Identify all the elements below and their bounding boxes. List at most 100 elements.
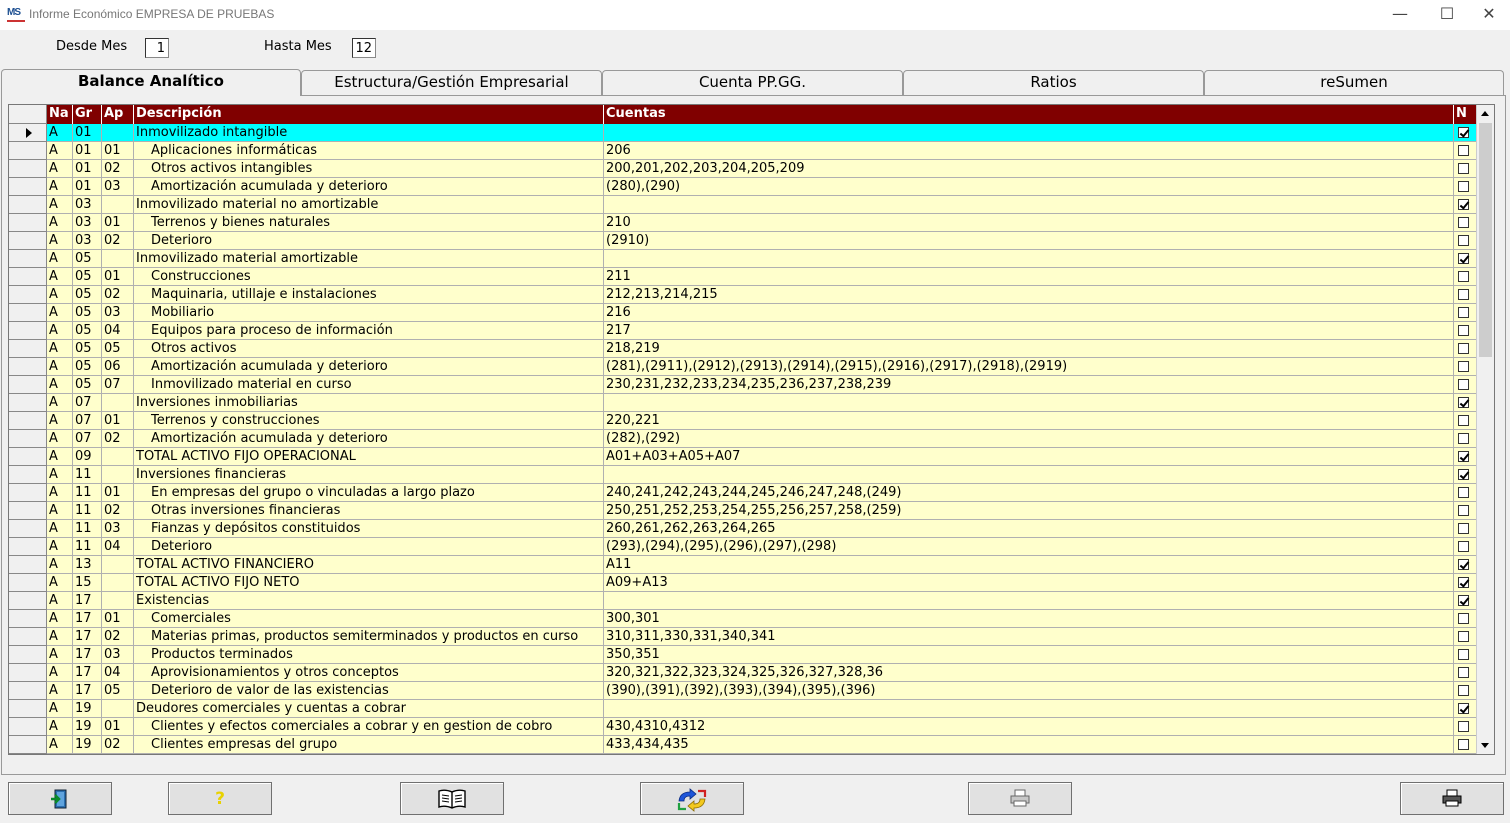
cell-desc[interactable]: TOTAL ACTIVO FIJO NETO	[134, 574, 604, 592]
cell-desc[interactable]: Terrenos y construcciones	[134, 412, 604, 430]
col-header-n[interactable]: N	[1454, 105, 1477, 124]
row-indicator[interactable]	[9, 610, 47, 628]
cell-cuentas[interactable]: 217	[604, 322, 1454, 340]
cell-desc[interactable]: Materias primas, productos semiterminado…	[134, 628, 604, 646]
row-checkbox[interactable]	[1458, 631, 1469, 642]
table-row[interactable]: A 01 02 Otros activos intangibles 200,201,20…	[9, 160, 1477, 178]
cell-cuentas[interactable]	[604, 466, 1454, 484]
cell-cuentas[interactable]: 433,434,435	[604, 736, 1454, 754]
cell-gr[interactable]: 05	[73, 250, 102, 268]
cell-desc[interactable]: Construcciones	[134, 268, 604, 286]
tab-resumen[interactable]: reSumen	[1204, 70, 1504, 95]
cell-cuentas[interactable]: (390),(391),(392),(393),(394),(395),(396…	[604, 682, 1454, 700]
row-checkbox[interactable]	[1458, 577, 1469, 588]
cell-gr[interactable]: 01	[73, 124, 102, 142]
cell-na[interactable]: A	[47, 340, 73, 358]
cell-na[interactable]: A	[47, 628, 73, 646]
row-indicator[interactable]	[9, 736, 47, 754]
table-row[interactable]: A 03 01 Terrenos y bienes naturales 210	[9, 214, 1477, 232]
table-row[interactable]: A 03 Inmovilizado material no amortizable	[9, 196, 1477, 214]
cell-gr[interactable]: 11	[73, 466, 102, 484]
cell-na[interactable]: A	[47, 520, 73, 538]
table-row[interactable]: A 11 02 Otras inversiones financieras 250,25…	[9, 502, 1477, 520]
table-row[interactable]: A 01 01 Aplicaciones informáticas 206	[9, 142, 1477, 160]
row-checkbox[interactable]	[1458, 703, 1469, 714]
cell-gr[interactable]: 19	[73, 718, 102, 736]
cell-desc[interactable]: Fianzas y depósitos constituidos	[134, 520, 604, 538]
row-indicator[interactable]	[9, 124, 47, 142]
cell-desc[interactable]: Otros activos intangibles	[134, 160, 604, 178]
cell-cuentas[interactable]: 430,4310,4312	[604, 718, 1454, 736]
cell-gr[interactable]: 11	[73, 502, 102, 520]
row-checkbox[interactable]	[1458, 415, 1469, 426]
cell-desc[interactable]: Deterioro	[134, 232, 604, 250]
cell-gr[interactable]: 19	[73, 700, 102, 718]
cell-cuentas[interactable]: 240,241,242,243,244,245,246,247,248,(249…	[604, 484, 1454, 502]
cell-ap[interactable]: 04	[102, 322, 134, 340]
table-row[interactable]: A 11 Inversiones financieras	[9, 466, 1477, 484]
cell-gr[interactable]: 17	[73, 610, 102, 628]
cell-desc[interactable]: Inmovilizado material en curso	[134, 376, 604, 394]
row-indicator[interactable]	[9, 268, 47, 286]
cell-na[interactable]: A	[47, 430, 73, 448]
cell-gr[interactable]: 01	[73, 178, 102, 196]
cell-na[interactable]: A	[47, 556, 73, 574]
cell-gr[interactable]: 07	[73, 430, 102, 448]
row-checkbox[interactable]	[1458, 487, 1469, 498]
row-indicator[interactable]	[9, 556, 47, 574]
cell-na[interactable]: A	[47, 574, 73, 592]
cell-gr[interactable]: 09	[73, 448, 102, 466]
cell-ap[interactable]: 04	[102, 664, 134, 682]
cell-desc[interactable]: Existencias	[134, 592, 604, 610]
table-row[interactable]: A 05 07 Inmovilizado material en curso 230,2…	[9, 376, 1477, 394]
cell-gr[interactable]: 03	[73, 232, 102, 250]
row-indicator[interactable]	[9, 160, 47, 178]
cell-desc[interactable]: TOTAL ACTIVO FIJO OPERACIONAL	[134, 448, 604, 466]
cell-gr[interactable]: 11	[73, 520, 102, 538]
cell-gr[interactable]: 05	[73, 358, 102, 376]
table-row[interactable]: A 11 03 Fianzas y depósitos constituidos 260…	[9, 520, 1477, 538]
cell-gr[interactable]: 03	[73, 196, 102, 214]
cell-cuentas[interactable]	[604, 700, 1454, 718]
cell-na[interactable]: A	[47, 322, 73, 340]
table-row[interactable]: A 15 TOTAL ACTIVO FIJO NETO A09+A13	[9, 574, 1477, 592]
cell-desc[interactable]: Amortización acumulada y deterioro	[134, 358, 604, 376]
cell-desc[interactable]: Amortización acumulada y deterioro	[134, 430, 604, 448]
cell-ap[interactable]: 01	[102, 718, 134, 736]
cell-na[interactable]: A	[47, 250, 73, 268]
cell-na[interactable]: A	[47, 664, 73, 682]
cell-cuentas[interactable]: 350,351	[604, 646, 1454, 664]
maximize-button[interactable]: ☐	[1424, 0, 1470, 30]
cell-na[interactable]: A	[47, 124, 73, 142]
cell-gr[interactable]: 05	[73, 304, 102, 322]
row-checkbox[interactable]	[1458, 613, 1469, 624]
row-checkbox[interactable]	[1458, 325, 1469, 336]
cell-desc[interactable]: Clientes empresas del grupo	[134, 736, 604, 754]
row-indicator[interactable]	[9, 412, 47, 430]
cell-na[interactable]: A	[47, 718, 73, 736]
cell-ap[interactable]: 03	[102, 520, 134, 538]
table-row[interactable]: A 07 02 Amortización acumulada y deterioro(…	[9, 430, 1477, 448]
cell-gr[interactable]: 01	[73, 160, 102, 178]
row-checkbox[interactable]	[1458, 541, 1469, 552]
scroll-up-icon[interactable]	[1477, 105, 1494, 122]
row-indicator[interactable]	[9, 142, 47, 160]
cell-na[interactable]: A	[47, 736, 73, 754]
cell-desc[interactable]: En empresas del grupo o vinculadas a lar…	[134, 484, 604, 502]
cell-cuentas[interactable]: 210	[604, 214, 1454, 232]
scroll-down-icon[interactable]	[1477, 737, 1494, 754]
cell-ap[interactable]: 04	[102, 538, 134, 556]
hasta-mes-input[interactable]: 12	[352, 38, 376, 58]
row-indicator[interactable]	[9, 430, 47, 448]
cell-desc[interactable]: Otras inversiones financieras	[134, 502, 604, 520]
minimize-button[interactable]: —	[1377, 0, 1423, 30]
col-header-ap[interactable]: Ap	[102, 105, 134, 124]
row-indicator[interactable]	[9, 628, 47, 646]
cell-gr[interactable]: 19	[73, 736, 102, 754]
table-row[interactable]: A 07 Inversiones inmobiliarias	[9, 394, 1477, 412]
cell-gr[interactable]: 17	[73, 628, 102, 646]
row-checkbox[interactable]	[1458, 397, 1469, 408]
cell-ap[interactable]: 02	[102, 628, 134, 646]
table-row[interactable]: A 01 03 Amortización acumulada y deterioro(…	[9, 178, 1477, 196]
row-checkbox[interactable]	[1458, 379, 1469, 390]
